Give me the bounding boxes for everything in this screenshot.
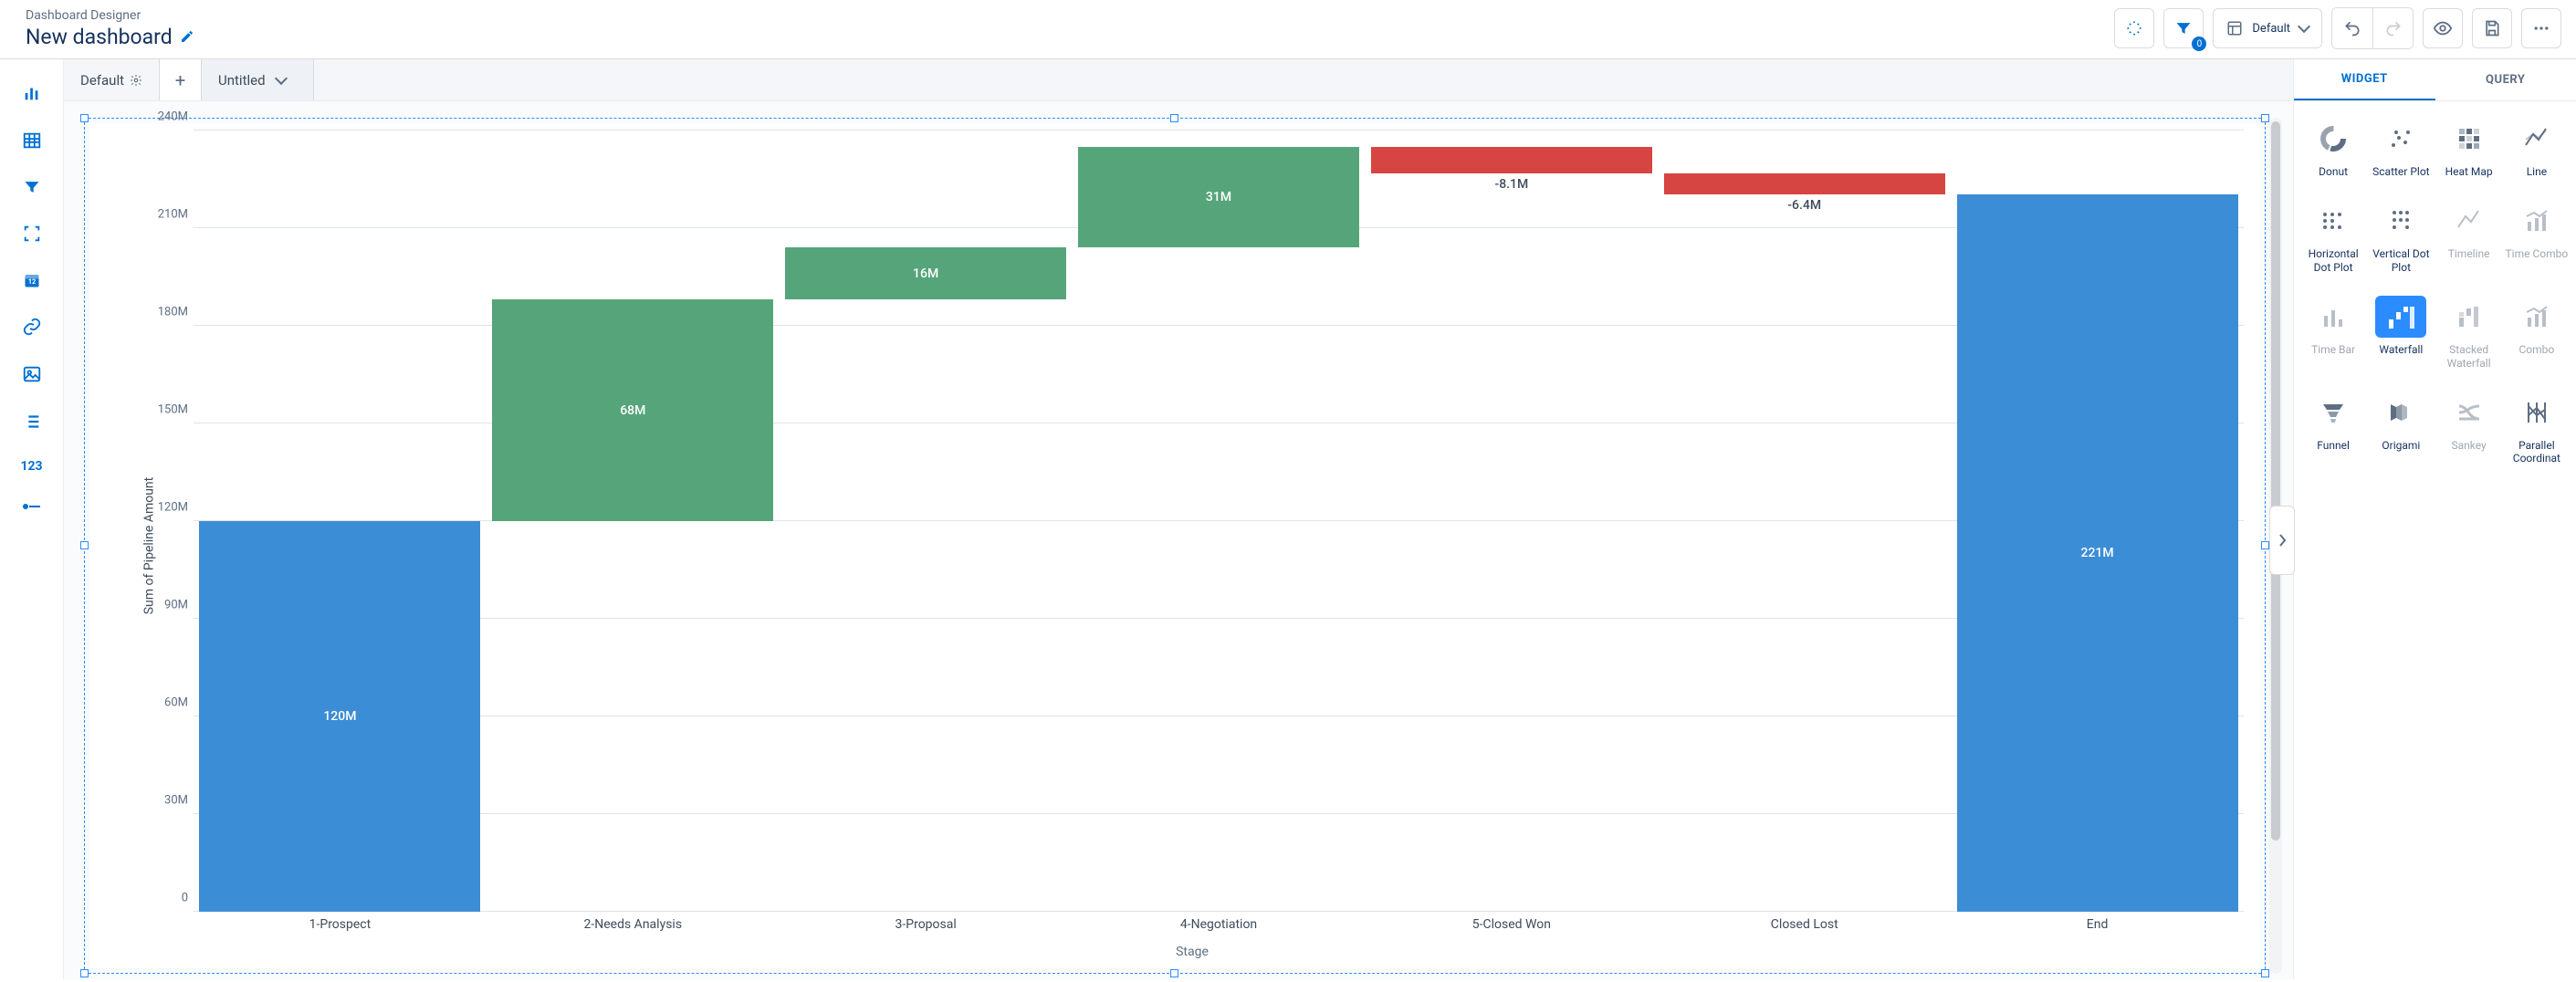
- more-button[interactable]: [2521, 8, 2561, 48]
- right-panel: WIDGET QUERY Donut Scatter Plot Heat Map…: [2293, 59, 2576, 979]
- y-tick: 60M: [144, 696, 188, 710]
- bar-value-label: 120M: [199, 709, 480, 724]
- tab-default[interactable]: Default: [64, 59, 160, 100]
- container-widget-icon[interactable]: [22, 224, 42, 244]
- ctype-stackedwf[interactable]: Stacked Waterfall: [2437, 296, 2501, 370]
- chevron-down-icon: [2298, 20, 2310, 33]
- undo-button[interactable]: [2332, 8, 2372, 48]
- list-widget-icon[interactable]: [22, 412, 42, 432]
- ctype-parallel[interactable]: Parallel Coordinat: [2505, 392, 2569, 465]
- ctype-funnel[interactable]: Funnel: [2301, 392, 2365, 465]
- ctype-timeline[interactable]: Timeline: [2437, 200, 2501, 274]
- ctype-vdot[interactable]: Vertical Dot Plot: [2369, 200, 2433, 274]
- waterfall-bar[interactable]: 68M: [492, 299, 773, 521]
- rpanel-tab-widget[interactable]: WIDGET: [2294, 59, 2435, 100]
- waterfall-bar[interactable]: -6.4M: [1664, 173, 1945, 194]
- y-tick: 0: [144, 892, 188, 905]
- tab-default-label: Default: [80, 72, 124, 89]
- x-axis-label: Stage: [141, 945, 2244, 959]
- preview-button[interactable]: [2423, 8, 2463, 48]
- y-tick: 240M: [144, 110, 188, 124]
- toggle-widget-icon[interactable]: [20, 501, 44, 512]
- ctype-donut[interactable]: Donut: [2301, 118, 2365, 178]
- redo-button[interactable]: [2372, 8, 2413, 48]
- waterfall-bar[interactable]: 120M: [199, 521, 480, 912]
- y-tick: 150M: [144, 403, 188, 417]
- bar-value-label: -6.4M: [1664, 194, 1945, 213]
- waterfall-bar[interactable]: 31M: [1078, 147, 1359, 248]
- y-tick: 120M: [144, 501, 188, 515]
- right-panel-toggle[interactable]: [2269, 506, 2295, 575]
- waterfall-bar[interactable]: 16M: [785, 247, 1066, 299]
- layout-select-label: Default: [2252, 22, 2290, 36]
- page-title: New dashboard: [26, 25, 173, 49]
- app-header: Dashboard Designer New dashboard 0 Defau…: [0, 0, 2576, 59]
- bar-value-label: -8.1M: [1371, 173, 1652, 192]
- left-widget-rail: 12 123: [0, 59, 64, 979]
- ctype-combo[interactable]: Combo: [2505, 296, 2569, 370]
- chart-type-palette: Donut Scatter Plot Heat Map Line Horizon…: [2294, 101, 2576, 979]
- filter-widget-icon[interactable]: [23, 178, 41, 196]
- dashboard-canvas[interactable]: Sum of Pipeline Amount 0 30M 60M 90M 120M 150…: [64, 101, 2293, 979]
- number-widget-icon[interactable]: 123: [20, 459, 42, 474]
- tab-main[interactable]: Untitled: [202, 59, 314, 100]
- y-tick: 30M: [144, 794, 188, 808]
- y-axis-label: Sum of Pipeline Amount: [141, 477, 156, 615]
- ctype-waterfall[interactable]: Waterfall: [2369, 296, 2433, 370]
- breadcrumb: Dashboard Designer: [26, 8, 194, 23]
- filter-count-badge: 0: [2192, 37, 2206, 51]
- gridline: [194, 813, 2244, 814]
- bar-value-label: 16M: [785, 266, 1066, 281]
- chart-widget-icon[interactable]: [22, 83, 42, 103]
- ctype-scatter[interactable]: Scatter Plot: [2369, 118, 2433, 178]
- svg-text:12: 12: [27, 277, 36, 286]
- bar-value-label: 221M: [1957, 546, 2238, 560]
- ctype-sankey[interactable]: Sankey: [2437, 392, 2501, 465]
- gridline: [194, 130, 2244, 131]
- tab-main-label: Untitled: [218, 72, 266, 89]
- ctype-heatmap[interactable]: Heat Map: [2437, 118, 2501, 178]
- y-tick: 210M: [144, 208, 188, 222]
- waterfall-bar[interactable]: 221M: [1957, 194, 2238, 912]
- image-widget-icon[interactable]: [22, 364, 42, 384]
- ctype-origami[interactable]: Origami: [2369, 392, 2433, 465]
- tab-add[interactable]: +: [160, 59, 202, 100]
- y-tick: 180M: [144, 306, 188, 319]
- bar-value-label: 68M: [492, 403, 773, 418]
- y-tick: 90M: [144, 599, 188, 612]
- bar-value-label: 31M: [1078, 190, 1359, 204]
- themes-button[interactable]: [2114, 8, 2154, 48]
- gear-icon: [130, 74, 142, 87]
- link-widget-icon[interactable]: [22, 317, 42, 337]
- ctype-hdot[interactable]: Horizontal Dot Plot: [2301, 200, 2365, 274]
- save-button[interactable]: [2472, 8, 2512, 48]
- rpanel-tab-query[interactable]: QUERY: [2435, 59, 2576, 100]
- gridline: [194, 618, 2244, 619]
- edit-title-icon[interactable]: [180, 29, 194, 44]
- chevron-down-icon: [274, 71, 287, 84]
- layout-select[interactable]: Default: [2213, 8, 2322, 48]
- ctype-line[interactable]: Line: [2505, 118, 2569, 178]
- date-widget-icon[interactable]: 12: [23, 271, 41, 289]
- ctype-timebar[interactable]: Time Bar: [2301, 296, 2365, 370]
- table-widget-icon[interactable]: [22, 131, 42, 151]
- ctype-timecombo[interactable]: Time Combo: [2505, 200, 2569, 274]
- waterfall-chart-widget[interactable]: Sum of Pipeline Amount 0 30M 60M 90M 120M 150…: [89, 123, 2260, 968]
- page-tabs: Default + Untitled: [64, 59, 2293, 101]
- waterfall-bar[interactable]: -8.1M: [1371, 147, 1652, 173]
- filters-button[interactable]: 0: [2163, 8, 2204, 48]
